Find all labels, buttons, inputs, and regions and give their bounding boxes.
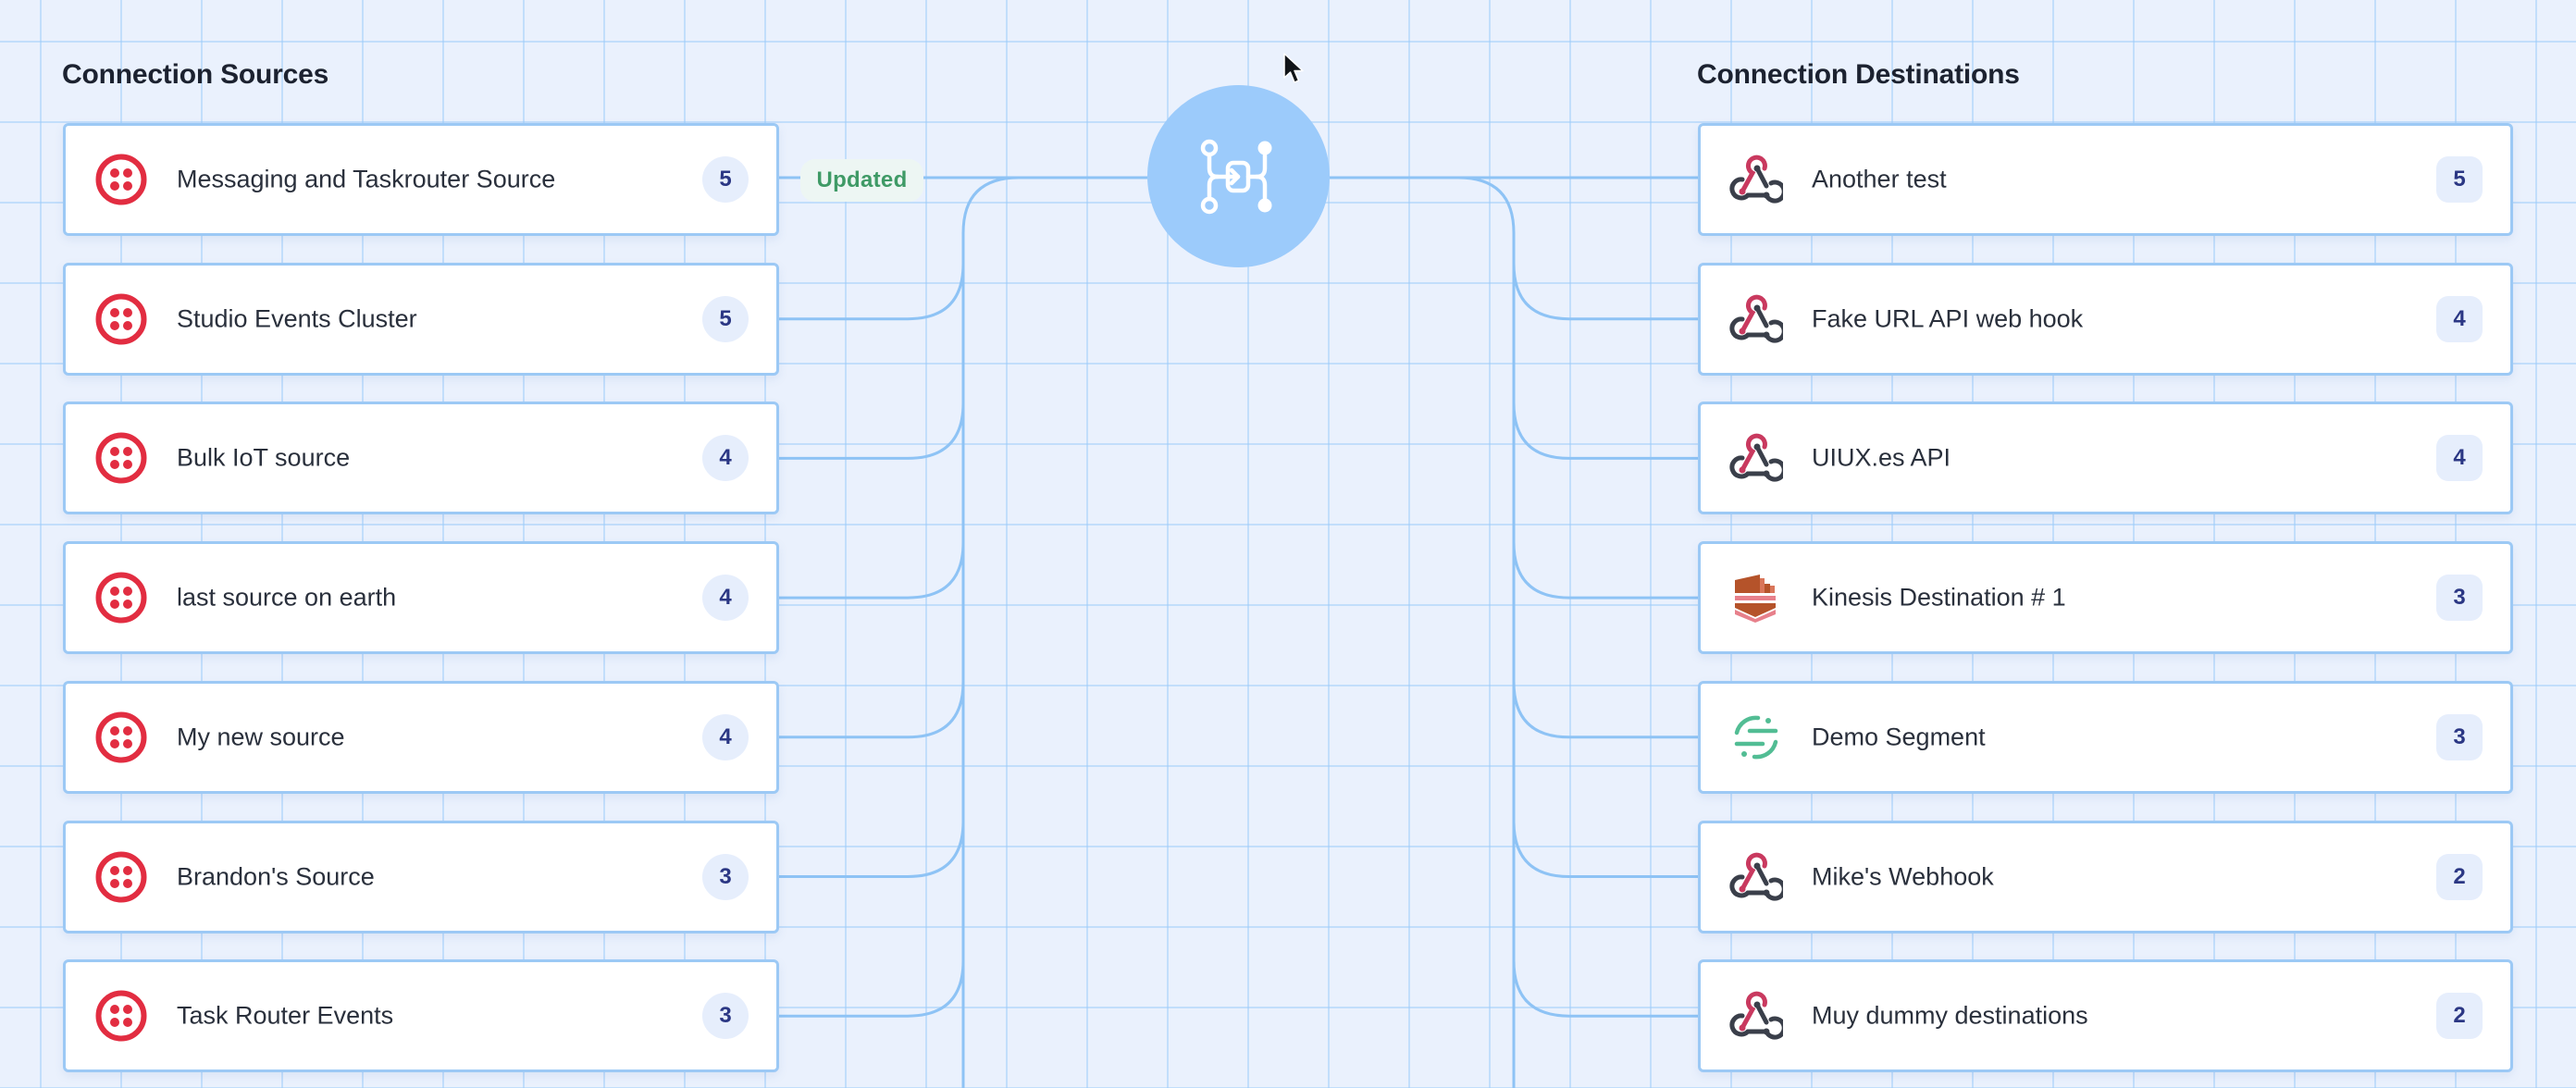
webhook-icon — [1729, 852, 1783, 901]
source-connector-line — [779, 542, 965, 600]
destination-icon-wrapper — [1728, 849, 1784, 905]
webhook-icon — [1729, 991, 1783, 1040]
destination-name: Demo Segment — [1812, 723, 1986, 751]
sources-title: Connection Sources — [62, 59, 329, 90]
source-name: Brandon's Source — [177, 862, 375, 890]
source-trunk-line — [961, 176, 1020, 1088]
twilio-icon — [95, 851, 147, 902]
segment-icon — [1734, 715, 1778, 760]
source-name: Task Router Events — [177, 1001, 394, 1030]
source-name: Studio Events Cluster — [177, 304, 417, 333]
source-card[interactable]: My new source 4 — [63, 680, 779, 794]
source-icon-wrapper — [93, 152, 149, 207]
source-icon-wrapper — [93, 291, 149, 347]
destination-name: Fake URL API web hook — [1812, 304, 2084, 333]
destination-connection-count-badge: 3 — [2436, 713, 2483, 760]
destination-name: Kinesis Destination # 1 — [1812, 583, 2066, 612]
twilio-icon — [95, 572, 147, 624]
destination-card[interactable]: UIUX.es API 4 — [1698, 402, 2513, 515]
source-connection-count-badge: 3 — [702, 993, 749, 1040]
source-connector-line — [779, 681, 965, 739]
twilio-icon — [95, 293, 147, 345]
destination-icon-wrapper — [1728, 988, 1784, 1044]
destinations-title: Connection Destinations — [1697, 59, 2020, 90]
destination-trunk-line — [1457, 176, 1516, 1088]
destination-name: Mike's Webhook — [1812, 862, 1994, 890]
source-icon-wrapper — [93, 849, 149, 905]
source-connection-count-badge: 3 — [702, 853, 749, 900]
source-card[interactable]: Messaging and Taskrouter Source 5 — [63, 123, 779, 236]
destination-icon-wrapper — [1728, 570, 1784, 625]
destination-connector-line — [1512, 263, 1698, 321]
source-card[interactable]: Studio Events Cluster 5 — [63, 262, 779, 376]
webhook-icon — [1729, 294, 1783, 343]
source-icon-wrapper — [93, 988, 149, 1044]
destination-connection-count-badge: 4 — [2436, 435, 2483, 482]
destination-icon-wrapper — [1728, 430, 1784, 486]
source-connection-count-badge: 5 — [702, 295, 749, 342]
source-card[interactable]: last source on earth 4 — [63, 541, 779, 655]
mouse-cursor-icon — [1283, 53, 1304, 83]
destination-connector-line — [1512, 960, 1698, 1018]
destination-icon-wrapper — [1728, 152, 1784, 207]
twilio-icon — [95, 432, 147, 484]
source-connection-count-badge: 5 — [702, 156, 749, 203]
destination-card[interactable]: Muy dummy destinations 2 — [1698, 959, 2513, 1073]
destination-connection-count-badge: 5 — [2436, 156, 2483, 203]
source-connector-line — [779, 960, 965, 1018]
destination-connection-count-badge: 2 — [2436, 853, 2483, 900]
source-connector-line — [779, 402, 965, 460]
source-name: My new source — [177, 723, 345, 751]
source-connection-count-badge: 4 — [702, 575, 749, 622]
destination-connector-line — [1512, 681, 1698, 739]
source-icon-wrapper — [93, 570, 149, 625]
source-connection-count-badge: 4 — [702, 713, 749, 760]
kinesis-icon — [1735, 575, 1776, 624]
destination-connector-line — [1512, 821, 1698, 878]
destination-card[interactable]: Another test 5 — [1698, 123, 2513, 236]
destination-name: Muy dummy destinations — [1812, 1001, 2088, 1030]
destination-name: UIUX.es API — [1812, 443, 1951, 472]
destination-connector-line — [1512, 542, 1698, 600]
twilio-icon — [95, 990, 147, 1042]
source-connector-line — [779, 263, 965, 321]
destination-connection-count-badge: 4 — [2436, 295, 2483, 342]
destination-name: Another test — [1812, 165, 1947, 193]
event-streams-hub-icon — [1200, 139, 1271, 214]
hub-node[interactable] — [1147, 85, 1330, 267]
source-name: last source on earth — [177, 583, 397, 612]
updated-status-badge: Updated — [800, 159, 923, 202]
webhook-icon — [1729, 155, 1783, 204]
destination-connection-count-badge: 3 — [2436, 575, 2483, 622]
destination-card[interactable]: Kinesis Destination # 1 3 — [1698, 541, 2513, 655]
destination-connection-count-badge: 2 — [2436, 993, 2483, 1040]
source-card[interactable]: Task Router Events 3 — [63, 959, 779, 1073]
destination-card[interactable]: Demo Segment 3 — [1698, 680, 2513, 794]
destination-card[interactable]: Fake URL API web hook 4 — [1698, 262, 2513, 376]
source-icon-wrapper — [93, 710, 149, 765]
twilio-icon — [95, 154, 147, 205]
destination-icon-wrapper — [1728, 710, 1784, 765]
webhook-icon — [1729, 434, 1783, 482]
source-connector-line — [779, 821, 965, 878]
destination-connector-line — [1512, 402, 1698, 460]
source-icon-wrapper — [93, 430, 149, 486]
source-card[interactable]: Brandon's Source 3 — [63, 820, 779, 933]
source-name: Messaging and Taskrouter Source — [177, 165, 556, 193]
twilio-icon — [95, 711, 147, 763]
source-card[interactable]: Bulk IoT source 4 — [63, 402, 779, 515]
source-name: Bulk IoT source — [177, 443, 351, 472]
source-connection-count-badge: 4 — [702, 435, 749, 482]
destination-icon-wrapper — [1728, 291, 1784, 347]
destination-card[interactable]: Mike's Webhook 2 — [1698, 820, 2513, 933]
